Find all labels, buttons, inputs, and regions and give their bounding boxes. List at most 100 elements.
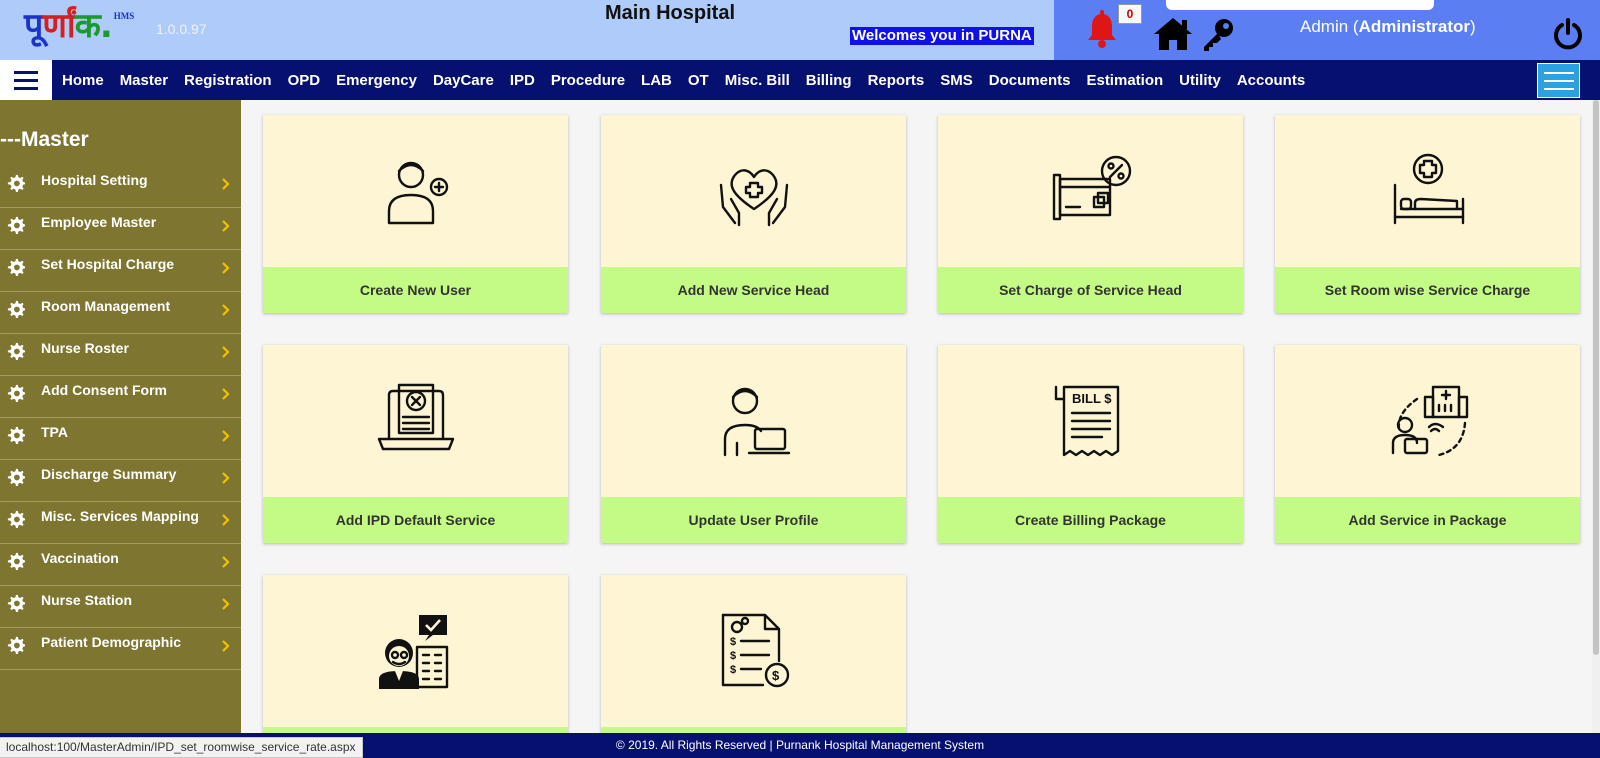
tile-label: Create New User	[263, 267, 568, 313]
header-search-tab[interactable]	[1166, 0, 1434, 10]
sidebar-toggle-button[interactable]	[0, 60, 52, 100]
gear-icon	[7, 258, 26, 276]
chevron-right-icon	[221, 513, 230, 526]
scrollbar-thumb[interactable]	[1593, 100, 1599, 655]
nav-item-sms[interactable]: SMS	[932, 72, 981, 89]
gear-icon	[7, 426, 26, 444]
tile-create-new-user[interactable]: Create New User	[263, 115, 568, 313]
sidebar-title: ---Master	[0, 128, 89, 151]
power-icon[interactable]	[1552, 18, 1584, 50]
sidebar-item-label: Vaccination	[41, 550, 119, 566]
svg-text:BILL $: BILL $	[1072, 391, 1112, 406]
nav-item-lab[interactable]: LAB	[633, 72, 680, 89]
logo-part-1: पू	[24, 6, 43, 46]
sidebar-item-label: Patient Demographic	[41, 634, 182, 650]
nav-item-accounts[interactable]: Accounts	[1229, 72, 1313, 89]
gear-icon	[7, 216, 26, 234]
sidebar-item-discharge-summary[interactable]: Discharge Summary	[0, 459, 241, 502]
bell-icon[interactable]	[1086, 10, 1118, 50]
svg-text:$: $	[772, 668, 780, 683]
sidebar-item-label: Employee Master	[41, 214, 157, 230]
chevron-right-icon	[221, 261, 230, 274]
nav-item-billing[interactable]: Billing	[798, 72, 860, 89]
notification-badge: 0	[1118, 4, 1142, 24]
logo-part-2: र्णां	[42, 6, 75, 46]
app-logo[interactable]: पूर्णांक. HMS	[24, 4, 134, 56]
sidebar-item-patient-demographic[interactable]: Patient Demographic	[0, 627, 241, 670]
sidebar-item-nurse-station[interactable]: Nurse Station	[0, 585, 241, 628]
tile-set-room-wise-service-charge[interactable]: Set Room wise Service Charge	[1275, 115, 1580, 313]
nav-item-reports[interactable]: Reports	[860, 72, 933, 89]
sidebar-item-tpa[interactable]: TPA	[0, 417, 241, 460]
hospital-name: Main Hospital	[604, 2, 735, 24]
chevron-right-icon	[221, 387, 230, 400]
main-navbar: Home Master Registration OPD Emergency D…	[0, 60, 1600, 100]
logo-part-3: क.	[74, 6, 113, 46]
sidebar-item-add-consent-form[interactable]: Add Consent Form	[0, 375, 241, 418]
home-icon[interactable]	[1152, 16, 1194, 52]
nav-item-ipd[interactable]: IPD	[502, 72, 543, 89]
key-icon[interactable]	[1200, 16, 1236, 52]
sidebar-item-label: Nurse Roster	[41, 340, 129, 356]
nav-item-utility[interactable]: Utility	[1171, 72, 1229, 89]
nav-item-home[interactable]: Home	[54, 72, 112, 89]
sidebar-item-employee-master[interactable]: Employee Master	[0, 207, 241, 250]
user-role-close: )	[1470, 17, 1476, 36]
chevron-right-icon	[221, 597, 230, 610]
app-version: 1.0.0.97	[156, 21, 207, 37]
tile-label: Update User Profile	[601, 497, 906, 543]
gear-icon	[7, 510, 26, 528]
nav-item-opd[interactable]: OPD	[280, 72, 329, 89]
hospital-bed-icon	[1393, 153, 1465, 225]
tile-add-ipd-default-service[interactable]: Add IPD Default Service	[263, 345, 568, 543]
sidebar-item-hospital-setting[interactable]: Hospital Setting	[0, 165, 241, 208]
tile-tile-10[interactable]: $ $ $ $	[601, 575, 906, 758]
nav-item-misc-bill[interactable]: Misc. Bill	[717, 72, 798, 89]
tile-add-service-in-package[interactable]: Add Service in Package	[1275, 345, 1580, 543]
nav-menu: Home Master Registration OPD Emergency D…	[54, 60, 1313, 100]
hamburger-bar	[14, 70, 38, 74]
sidebar-item-set-hospital-charge[interactable]: Set Hospital Charge	[0, 249, 241, 292]
hamburger-bar	[14, 86, 38, 90]
nav-item-daycare[interactable]: DayCare	[425, 72, 502, 89]
nav-item-registration[interactable]: Registration	[176, 72, 280, 89]
tile-label: Add IPD Default Service	[263, 497, 568, 543]
gear-icon	[7, 468, 26, 486]
user-name: Admin (	[1300, 17, 1359, 36]
logged-in-user[interactable]: Admin (Administrator)	[1300, 17, 1476, 37]
gear-icon	[7, 636, 26, 654]
chevron-right-icon	[221, 177, 230, 190]
svg-text:$: $	[730, 664, 736, 676]
gear-icon	[7, 384, 26, 402]
gear-icon	[7, 174, 26, 192]
tile-add-new-service-head[interactable]: Add New Service Head	[601, 115, 906, 313]
chevron-right-icon	[221, 471, 230, 484]
footer-text: © 2019. All Rights Reserved | Purnank Ho…	[615, 738, 985, 752]
tile-set-charge-of-service-head[interactable]: Set Charge of Service Head	[938, 115, 1243, 313]
menu-toggle-button[interactable]	[1537, 63, 1580, 98]
nav-item-documents[interactable]: Documents	[981, 72, 1079, 89]
sidebar-item-label: Discharge Summary	[41, 466, 177, 482]
sidebar-item-nurse-roster[interactable]: Nurse Roster	[0, 333, 241, 376]
user-laptop-icon	[723, 387, 791, 457]
welcome-banner: Welcomes you in PURNA	[850, 27, 1034, 45]
chevron-right-icon	[221, 345, 230, 358]
gear-icon	[7, 594, 26, 612]
nav-item-ot[interactable]: OT	[680, 72, 717, 89]
sidebar-item-label: TPA	[41, 424, 68, 440]
tile-create-billing-package[interactable]: BILL $ Create Billing Package	[938, 345, 1243, 543]
svg-text:$: $	[730, 636, 736, 648]
logo-hms-superscript: HMS	[113, 11, 135, 21]
nav-item-procedure[interactable]: Procedure	[543, 72, 633, 89]
user-role: Administrator	[1358, 17, 1471, 36]
nav-item-emergency[interactable]: Emergency	[328, 72, 425, 89]
doctor-building-icon	[379, 615, 449, 689]
tile-update-user-profile[interactable]: Update User Profile	[601, 345, 906, 543]
sidebar-item-label: Add Consent Form	[41, 382, 167, 398]
tile-tile-9[interactable]	[263, 575, 568, 758]
sidebar-item-room-management[interactable]: Room Management	[0, 291, 241, 334]
nav-item-master[interactable]: Master	[112, 72, 176, 89]
nav-item-estimation[interactable]: Estimation	[1078, 72, 1171, 89]
sidebar-item-misc-services-mapping[interactable]: Misc. Services Mapping	[0, 501, 241, 544]
sidebar-item-vaccination[interactable]: Vaccination	[0, 543, 241, 586]
